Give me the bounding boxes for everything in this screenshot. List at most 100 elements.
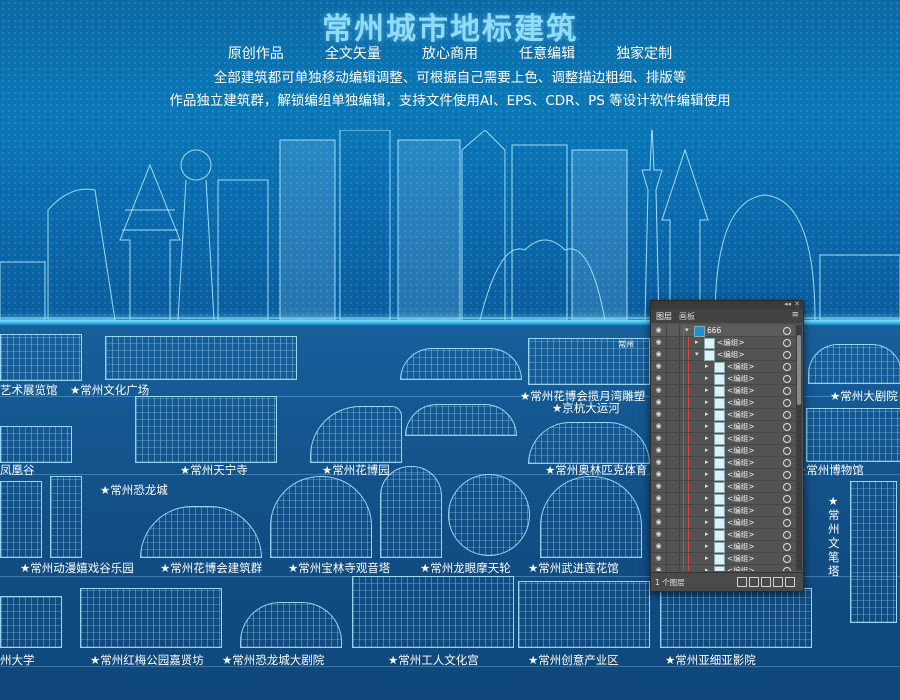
layer-row[interactable]: ◉ ▸ <编组> [651,529,795,541]
locate-object-icon[interactable] [737,577,747,587]
target-circle-icon[interactable] [783,519,791,527]
lock-toggle[interactable] [666,541,680,552]
delete-layer-icon[interactable] [785,577,795,587]
panel-menu-icon[interactable]: ≡ [791,310,799,320]
chevron-right-icon[interactable]: ▸ [705,422,709,430]
make-clipping-mask-icon[interactable] [749,577,759,587]
layer-row[interactable]: ◉ ▸ <编组> [651,397,795,409]
tab-artboards[interactable]: 画板 [679,311,695,322]
layer-row[interactable]: ◉ ▸ <编组> [651,469,795,481]
target-circle-icon[interactable] [783,459,791,467]
layer-row[interactable]: ◉ ▸ <编组> [651,373,795,385]
scrollbar[interactable] [796,325,802,571]
lock-toggle[interactable] [666,409,680,420]
target-circle-icon[interactable] [783,423,791,431]
lock-toggle[interactable] [666,565,680,571]
panel-titlebar[interactable]: ◂◂ ✕ [651,300,803,309]
lock-toggle[interactable] [666,493,680,504]
target-circle-icon[interactable] [783,471,791,479]
visibility-eye-icon[interactable]: ◉ [653,567,664,572]
visibility-eye-icon[interactable]: ◉ [653,423,664,430]
close-icon[interactable]: ✕ [794,300,800,308]
lock-toggle[interactable] [666,505,680,516]
visibility-eye-icon[interactable]: ◉ [653,363,664,370]
lock-toggle[interactable] [666,445,680,456]
layer-row[interactable]: ◉ ▸ <编组> [651,493,795,505]
lock-toggle[interactable] [666,385,680,396]
layer-row[interactable]: ◉ ▸ <编组> [651,445,795,457]
target-circle-icon[interactable] [783,387,791,395]
visibility-eye-icon[interactable]: ◉ [653,327,664,334]
new-sublayer-icon[interactable] [761,577,771,587]
chevron-right-icon[interactable]: ▸ [705,410,709,418]
target-circle-icon[interactable] [783,435,791,443]
layer-row[interactable]: ◉ ▸ <编组> [651,541,795,553]
lock-toggle[interactable] [666,361,680,372]
layer-row[interactable]: ◉ ▸ <编组> [651,565,795,571]
chevron-right-icon[interactable]: ▸ [705,506,709,514]
visibility-eye-icon[interactable]: ◉ [653,555,664,562]
lock-toggle[interactable] [666,517,680,528]
visibility-eye-icon[interactable]: ◉ [653,483,664,490]
lock-toggle[interactable] [666,529,680,540]
lock-toggle[interactable] [666,553,680,564]
layer-row[interactable]: ◉ ▸ <编组> [651,517,795,529]
target-circle-icon[interactable] [783,531,791,539]
chevron-right-icon[interactable]: ▸ [705,494,709,502]
target-circle-icon[interactable] [783,567,791,571]
visibility-eye-icon[interactable]: ◉ [653,471,664,478]
visibility-eye-icon[interactable]: ◉ [653,351,664,358]
target-circle-icon[interactable] [783,555,791,563]
target-circle-icon[interactable] [783,483,791,491]
chevron-right-icon[interactable]: ▸ [695,338,699,346]
lock-toggle[interactable] [666,469,680,480]
tab-layers[interactable]: 图层 [656,311,672,322]
layer-row[interactable]: ◉ ▸ <编组> [651,409,795,421]
chevron-right-icon[interactable]: ▸ [705,374,709,382]
visibility-eye-icon[interactable]: ◉ [653,507,664,514]
layer-row[interactable]: ◉ ▸ <编组> [651,421,795,433]
layer-row[interactable]: ◉ ▸ <编组> [651,481,795,493]
layer-row[interactable]: ◉ ▸ <编组> [651,553,795,565]
lock-toggle[interactable] [666,481,680,492]
chevron-right-icon[interactable]: ▸ [705,554,709,562]
chevron-right-icon[interactable]: ▸ [705,434,709,442]
target-circle-icon[interactable] [783,543,791,551]
target-circle-icon[interactable] [783,411,791,419]
scrollbar-thumb[interactable] [797,335,801,405]
lock-toggle[interactable] [666,373,680,384]
lock-toggle[interactable] [666,397,680,408]
target-circle-icon[interactable] [783,507,791,515]
new-layer-icon[interactable] [773,577,783,587]
collapse-icon[interactable]: ◂◂ [784,300,791,308]
chevron-right-icon[interactable]: ▸ [705,518,709,526]
chevron-right-icon[interactable]: ▸ [705,362,709,370]
chevron-right-icon[interactable]: ▸ [705,482,709,490]
layer-row[interactable]: ◉ ▸ <编组> [651,337,795,349]
visibility-eye-icon[interactable]: ◉ [653,519,664,526]
lock-toggle[interactable] [666,337,680,348]
chevron-right-icon[interactable]: ▸ [705,530,709,538]
target-circle-icon[interactable] [783,339,791,347]
visibility-eye-icon[interactable]: ◉ [653,435,664,442]
chevron-right-icon[interactable]: ▸ [705,458,709,466]
chevron-right-icon[interactable]: ▸ [705,446,709,454]
target-circle-icon[interactable] [783,399,791,407]
visibility-eye-icon[interactable]: ◉ [653,447,664,454]
visibility-eye-icon[interactable]: ◉ [653,543,664,550]
layer-row[interactable]: ◉ ▸ <编组> [651,433,795,445]
layer-row[interactable]: ◉ ▸ <编组> [651,505,795,517]
visibility-eye-icon[interactable]: ◉ [653,387,664,394]
target-circle-icon[interactable] [783,447,791,455]
chevron-right-icon[interactable]: ▸ [705,470,709,478]
visibility-eye-icon[interactable]: ◉ [653,375,664,382]
lock-toggle[interactable] [666,349,680,360]
layer-row[interactable]: ◉ ▸ <编组> [651,385,795,397]
lock-toggle[interactable] [666,457,680,468]
layer-row[interactable]: ◉ ▾ 666 [651,325,795,337]
chevron-down-icon[interactable]: ▾ [685,326,689,334]
layer-row[interactable]: ◉ ▾ <编组> [651,349,795,361]
layer-row[interactable]: ◉ ▸ <编组> [651,361,795,373]
lock-toggle[interactable] [666,433,680,444]
chevron-right-icon[interactable]: ▸ [705,386,709,394]
